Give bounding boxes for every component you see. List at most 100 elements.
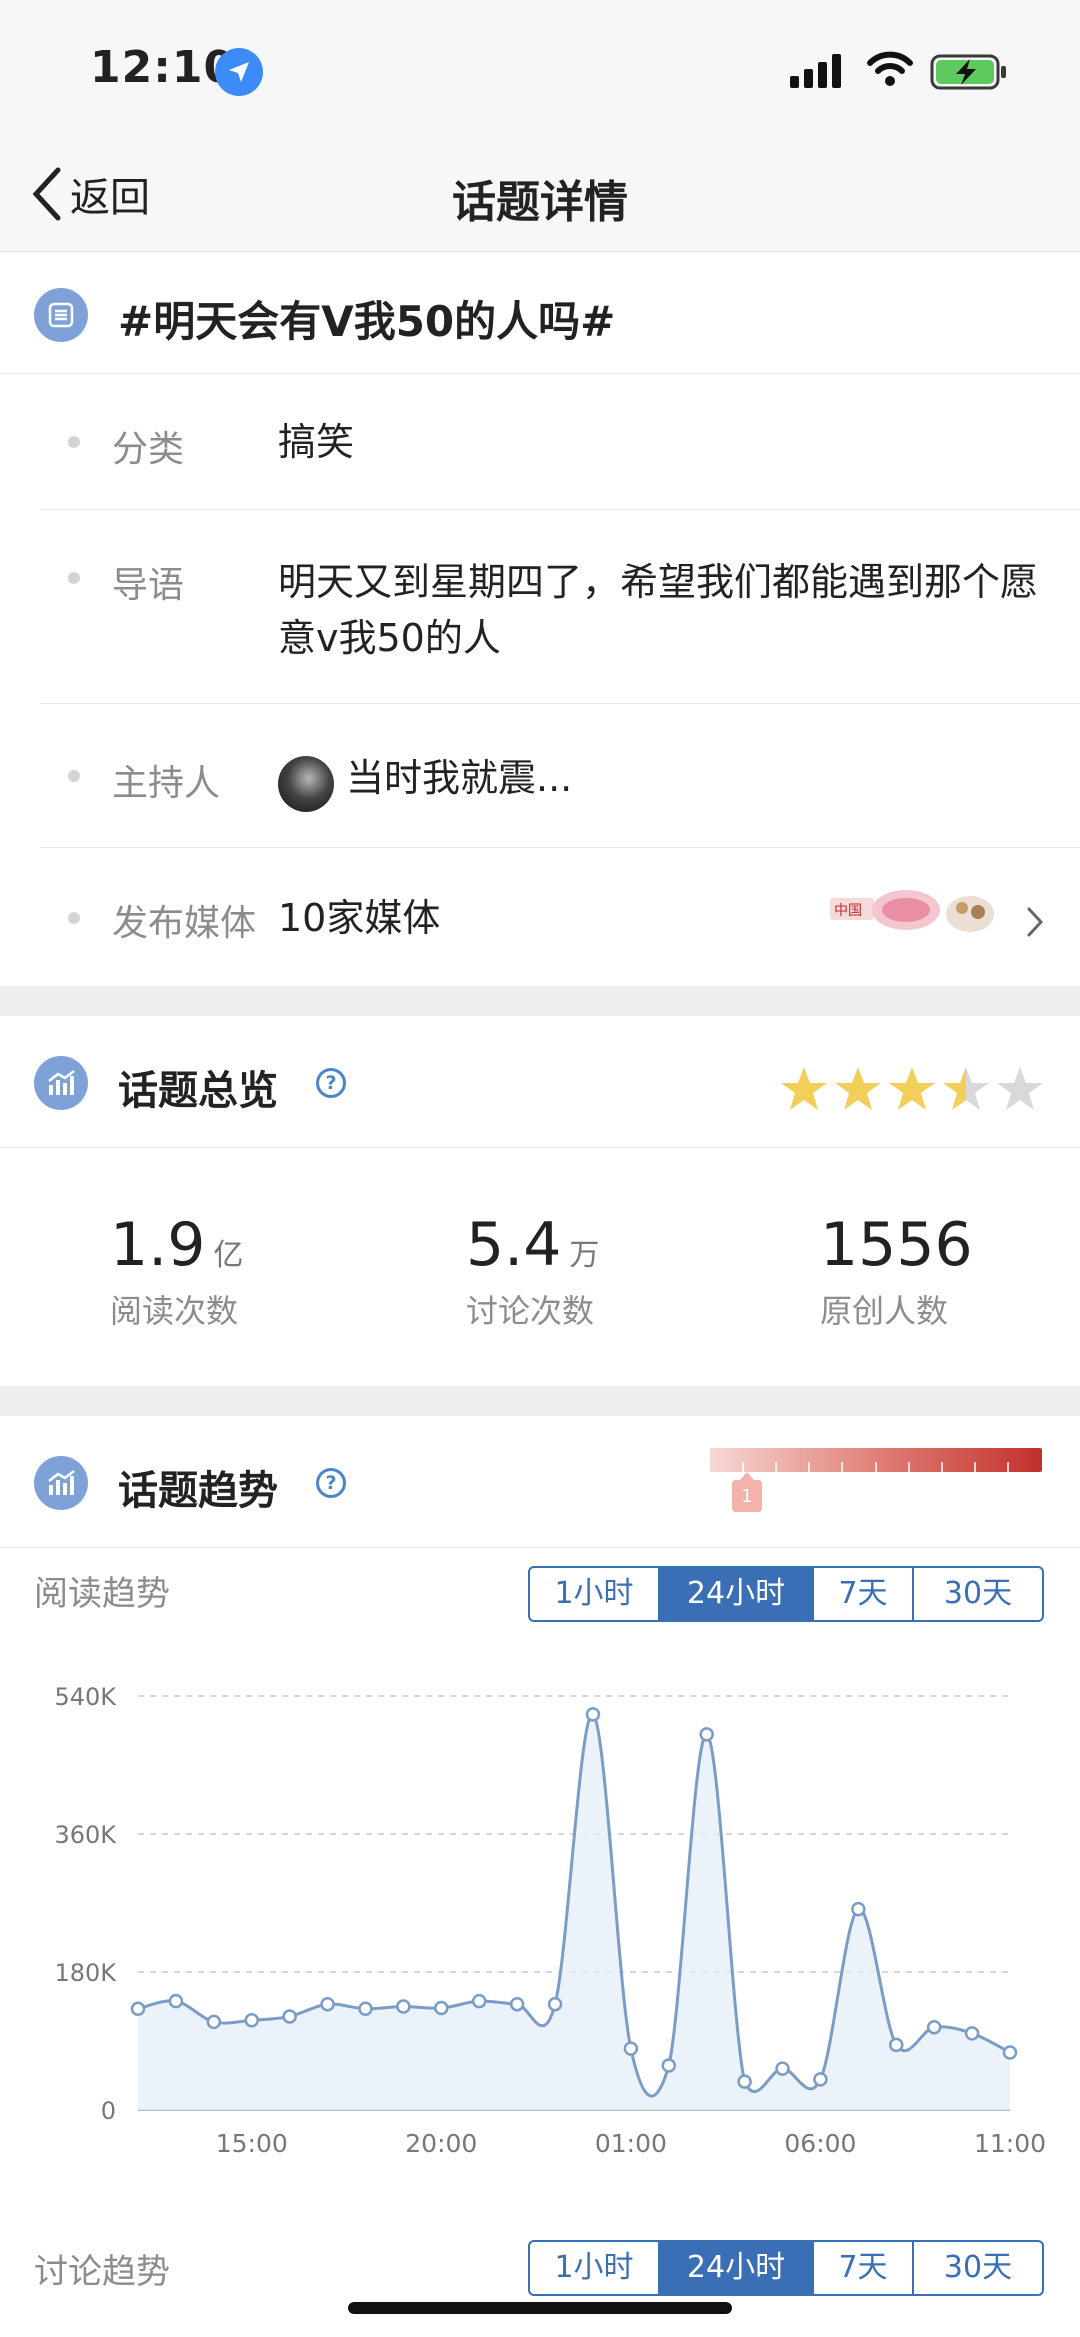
stat-discussions: 5.4 万 讨论次数 xyxy=(466,1210,766,1332)
range-7d-button[interactable]: 7天 xyxy=(814,2242,914,2294)
svg-text:中国: 中国 xyxy=(834,903,862,919)
data-point xyxy=(699,1727,714,1742)
host-avatar[interactable] xyxy=(278,756,334,812)
star-icon xyxy=(997,1067,1043,1110)
stat-unit: 万 xyxy=(569,1238,600,1273)
section-separator xyxy=(0,1386,1080,1416)
data-point xyxy=(358,2001,373,2017)
data-point xyxy=(434,2000,449,2016)
host-label: 主持人 xyxy=(112,763,221,804)
heat-marker: 1 xyxy=(732,1472,762,1512)
x-tick-label: 06:00 xyxy=(784,2129,856,2158)
help-icon[interactable]: ? xyxy=(316,1068,346,1098)
range-30d-button[interactable]: 30天 xyxy=(914,2242,1042,2294)
range-7d-button[interactable]: 7天 xyxy=(814,1568,914,1620)
x-tick-label: 15:00 xyxy=(216,2129,288,2158)
stat-label: 讨论次数 xyxy=(466,1292,595,1330)
wifi-icon xyxy=(867,51,913,86)
data-point xyxy=(964,2026,980,2041)
media-label: 发布媒体 xyxy=(112,903,257,944)
topic-header: #明天会有V我50的人吗# xyxy=(0,252,1080,374)
host-name[interactable]: 当时我就震... xyxy=(346,750,572,806)
data-point xyxy=(585,1707,601,1722)
data-point xyxy=(775,2061,790,2076)
y-tick-label: 540K xyxy=(54,1683,117,1711)
data-point xyxy=(471,1993,487,2009)
range-1h-button[interactable]: 1小时 xyxy=(530,2242,660,2294)
stat-label: 阅读次数 xyxy=(110,1292,239,1330)
chevron-right-icon xyxy=(1027,907,1044,937)
help-icon[interactable]: ? xyxy=(316,1468,346,1498)
stat-originals: 1556 原创人数 xyxy=(820,1210,1080,1332)
media-value: 10家媒体 xyxy=(278,896,441,940)
overview-title: 话题总览 xyxy=(118,1068,278,1114)
section-separator xyxy=(0,986,1080,1016)
range-24h-button[interactable]: 24小时 xyxy=(660,1568,814,1620)
range-24h-button[interactable]: 24小时 xyxy=(660,2242,814,2294)
data-point xyxy=(282,2009,297,2024)
bullet-dot xyxy=(68,436,80,448)
home-indicator xyxy=(348,2302,732,2314)
stats-chart-icon xyxy=(34,1456,88,1510)
rating-stars xyxy=(778,1064,1046,1114)
media-logos-icon: 中国 xyxy=(830,890,994,932)
read-trend-label: 阅读趋势 xyxy=(34,1574,170,1614)
star-icon xyxy=(889,1067,935,1110)
range-30d-button[interactable]: 30天 xyxy=(914,1568,1042,1620)
discuss-trend-label: 讨论趋势 xyxy=(34,2252,170,2292)
stats-chart-icon xyxy=(34,1056,88,1110)
nav-bar: 返回 话题详情 xyxy=(0,140,1080,252)
trend-title: 话题趋势 xyxy=(118,1468,278,1514)
data-point xyxy=(1002,2045,1018,2060)
battery-charging-icon xyxy=(930,54,1006,90)
y-tick-label: 180K xyxy=(54,1959,117,1987)
data-point xyxy=(168,1993,184,2009)
data-point xyxy=(737,2074,752,2089)
stat-value: 5.4 xyxy=(466,1210,562,1280)
x-tick-label: 11:00 xyxy=(974,2129,1046,2158)
star-icon xyxy=(835,1067,881,1110)
read-range-selector: 1小时 24小时 7天 30天 xyxy=(528,1566,1044,1622)
category-value: 搞笑 xyxy=(278,420,355,464)
topic-title: #明天会有V我50的人吗# xyxy=(118,297,616,346)
data-point xyxy=(889,2037,904,2053)
data-point xyxy=(509,1996,525,2012)
info-row-host[interactable]: 主持人 当时我就震... xyxy=(40,704,1080,848)
status-bar: 12:10 xyxy=(0,0,1080,140)
series-area xyxy=(138,1714,1010,2110)
y-tick-label: 0 xyxy=(101,2097,116,2125)
data-point xyxy=(244,2013,259,2028)
stat-label: 原创人数 xyxy=(820,1292,949,1330)
stat-unit: 亿 xyxy=(213,1238,244,1273)
data-point xyxy=(206,2014,222,2030)
range-1h-button[interactable]: 1小时 xyxy=(530,1568,660,1620)
topic-list-icon xyxy=(34,288,88,342)
data-point xyxy=(813,2072,828,2087)
data-point xyxy=(661,2058,677,2073)
category-label: 分类 xyxy=(112,429,185,470)
intro-label: 导语 xyxy=(112,565,185,606)
x-tick-label: 20:00 xyxy=(405,2129,477,2158)
stat-value: 1556 xyxy=(820,1210,973,1280)
data-point xyxy=(623,2041,639,2056)
star-icon xyxy=(943,1067,989,1110)
y-tick-label: 360K xyxy=(54,1821,117,1849)
info-row-media[interactable]: 发布媒体 10家媒体 中国 xyxy=(40,848,1080,986)
x-tick-label: 01:00 xyxy=(595,2129,667,2158)
bullet-dot xyxy=(68,912,80,924)
heat-scale-bar xyxy=(710,1448,1042,1472)
location-arrow-icon xyxy=(215,48,263,96)
data-point xyxy=(851,1901,866,1917)
data-point xyxy=(926,2019,942,2035)
data-point xyxy=(130,2001,146,2017)
read-trend-chart: 0 180K 360K 540K 15:00 20:00 01:00 06:00 11:00 xyxy=(54,1683,1046,2158)
star-icon xyxy=(781,1067,827,1110)
intro-value: 明天又到星期四了，希望我们都能遇到那个愿意v我50的人 xyxy=(278,560,1039,660)
info-row-category: 分类 搞笑 xyxy=(40,374,1080,510)
page-title: 话题详情 xyxy=(452,177,628,228)
trend-header: 话题趋势 ? xyxy=(0,1416,1080,1548)
signal-icon xyxy=(790,54,841,88)
data-point xyxy=(547,1996,563,2012)
data-point xyxy=(320,1996,335,2012)
overview-header: 话题总览 ? xyxy=(0,1016,1080,1148)
